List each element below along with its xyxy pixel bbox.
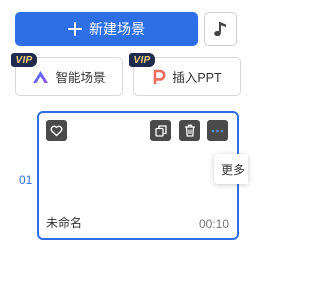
scene-index: 01 — [19, 173, 33, 187]
new-scene-button[interactable]: 新建场景 — [15, 12, 198, 46]
delete-button[interactable] — [179, 120, 200, 141]
plus-icon — [68, 22, 82, 36]
insert-ppt-label: 插入PPT — [172, 71, 222, 85]
new-scene-label: 新建场景 — [89, 21, 145, 37]
copy-icon — [154, 124, 167, 137]
vip-badge: VIP — [11, 53, 37, 67]
trash-icon — [184, 124, 195, 137]
more-tooltip: 更多 — [214, 154, 248, 184]
smart-scene-label: 智能场景 — [55, 71, 106, 85]
more-icon — [211, 129, 224, 132]
scene-duration: 00:10 — [198, 217, 229, 231]
favorite-button[interactable] — [46, 120, 67, 141]
insert-ppt-button[interactable]: VIP 插入PPT — [129, 53, 241, 96]
vip-badge: VIP — [129, 53, 155, 67]
ppt-icon — [154, 69, 166, 84]
music-note-icon — [213, 22, 226, 37]
tooltip-text: 更多 — [221, 162, 246, 177]
scene-name: 未命名 — [46, 216, 83, 230]
smart-scene-button[interactable]: VIP 智能场景 — [11, 53, 123, 96]
scene-card[interactable]: 未命名 00:10 — [37, 111, 239, 240]
music-button[interactable] — [204, 12, 237, 46]
more-button[interactable] — [207, 120, 228, 141]
copy-button[interactable] — [150, 120, 171, 141]
heart-icon — [50, 125, 63, 136]
ai-logo-icon — [33, 70, 49, 83]
